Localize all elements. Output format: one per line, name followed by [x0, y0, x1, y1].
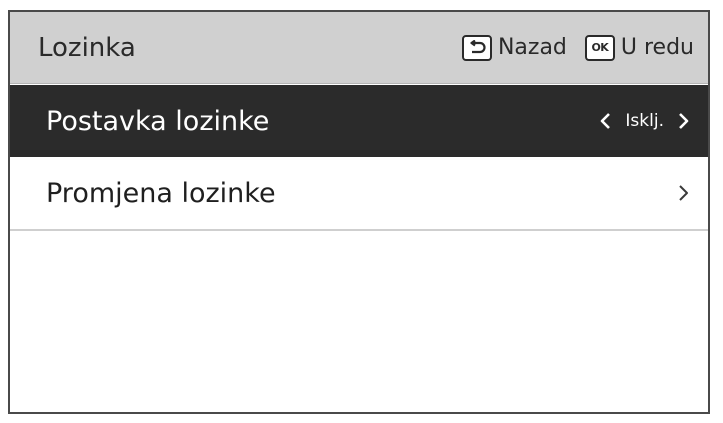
- menu-item-value: Isklj.: [625, 111, 664, 131]
- menu-item-postavka-lozinke[interactable]: Postavka lozinke Isklj.: [10, 85, 708, 157]
- header-bar: Lozinka Nazad OK U redu: [10, 12, 708, 84]
- menu-item-label: Postavka lozinke: [46, 105, 270, 137]
- menu-item-label: Promjena lozinke: [46, 177, 276, 209]
- ok-key-icon: OK: [584, 34, 615, 61]
- chevron-right-icon: [678, 184, 690, 202]
- chevron-right-icon[interactable]: [678, 112, 690, 130]
- back-arrow-icon: [461, 34, 492, 61]
- ok-key-text: OK: [591, 41, 609, 54]
- settings-screen: Lozinka Nazad OK U redu Postavka lozinke: [8, 10, 710, 414]
- back-label: Nazad: [497, 35, 567, 60]
- ok-label: U redu: [620, 35, 694, 60]
- header-actions: Nazad OK U redu: [461, 34, 694, 61]
- page-title: Lozinka: [38, 32, 136, 63]
- chevron-left-icon[interactable]: [599, 112, 611, 130]
- ok-button[interactable]: OK U redu: [584, 34, 694, 61]
- value-selector: Isklj.: [599, 111, 690, 131]
- back-button[interactable]: Nazad: [461, 34, 567, 61]
- menu-item-promjena-lozinke[interactable]: Promjena lozinke: [10, 157, 708, 231]
